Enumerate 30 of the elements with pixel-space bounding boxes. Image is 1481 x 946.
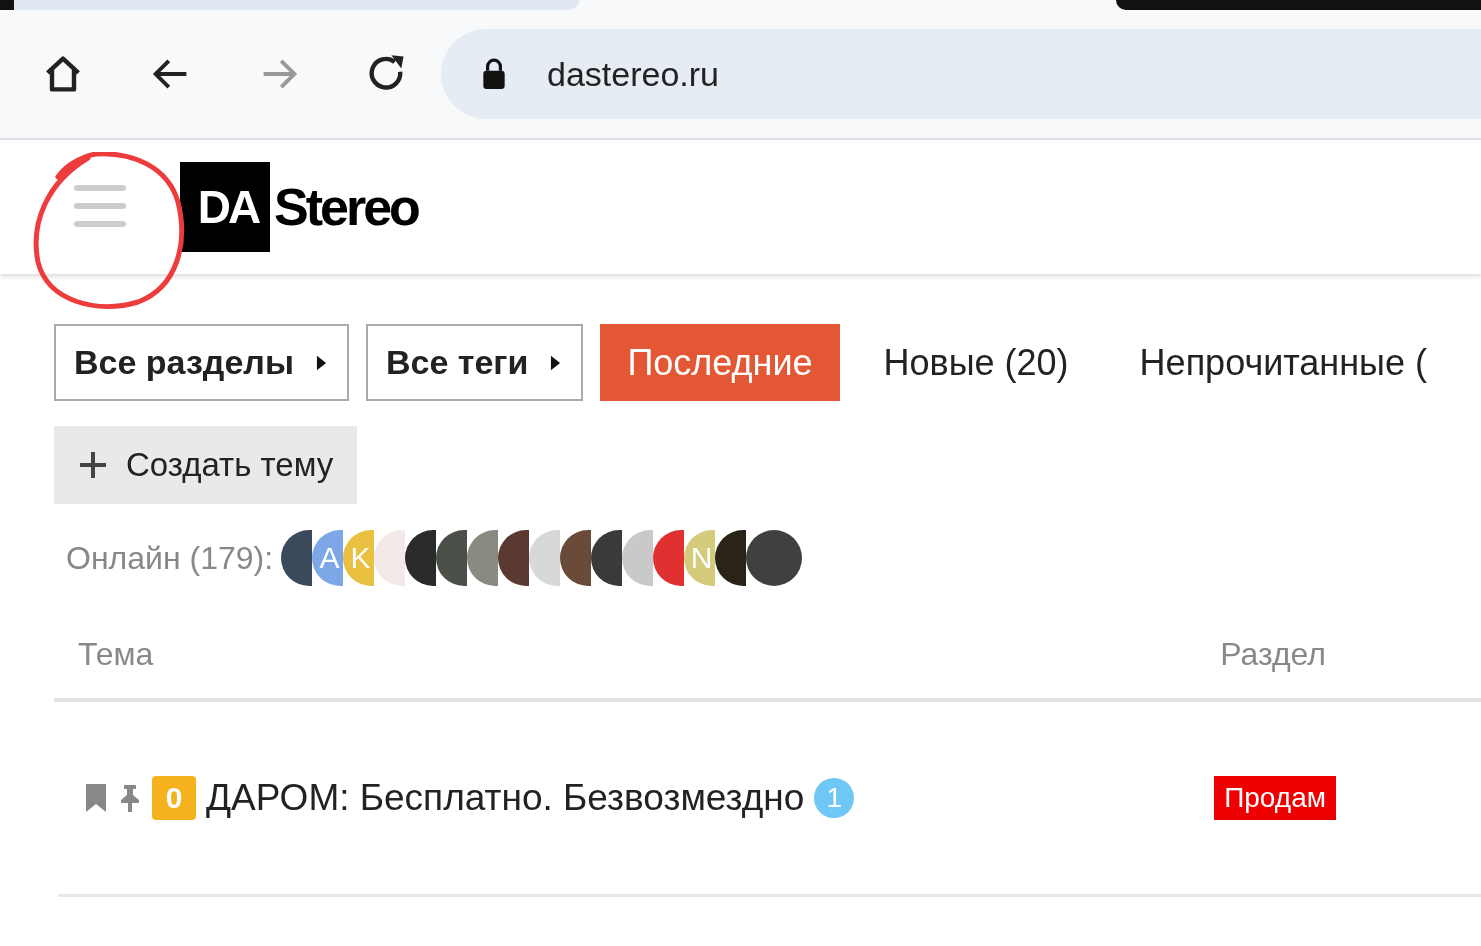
- avatar-photo-placeholder[interactable]: [591, 530, 623, 586]
- reply-count: 1: [814, 778, 855, 818]
- avatar-photo-placeholder[interactable]: [405, 530, 437, 586]
- pin-icon[interactable]: [118, 783, 142, 813]
- category-tag[interactable]: Продам: [1214, 776, 1336, 820]
- online-count: Онлайн (179):: [66, 539, 274, 577]
- lock-icon: [481, 58, 507, 90]
- create-topic-button[interactable]: Создать тему: [54, 426, 358, 504]
- bookmark-icon[interactable]: [84, 783, 108, 813]
- nav-tab[interactable]: Новые (20): [856, 324, 1096, 401]
- topic-link[interactable]: ДАРОМ: Бесплатно. Безвозмездно: [206, 777, 805, 819]
- nav-tab[interactable]: Непрочитанные (: [1112, 324, 1454, 401]
- column-header[interactable]: Тема: [78, 635, 154, 673]
- plus-icon: [78, 450, 108, 480]
- url-text: dastereo.ru: [547, 54, 719, 94]
- address-bar[interactable]: dastereo.ru: [441, 29, 1481, 119]
- column-header[interactable]: Раздел: [1220, 635, 1326, 673]
- nav-tab[interactable]: Последние: [600, 324, 840, 401]
- logo-text[interactable]: Stereo: [274, 177, 418, 237]
- avatar-photo-placeholder[interactable]: [560, 530, 592, 586]
- topic-badge: 0: [152, 776, 196, 820]
- avatar-photo-placeholder[interactable]: [498, 530, 530, 586]
- avatar-photo-placeholder[interactable]: [281, 530, 313, 586]
- avatar-photo-placeholder[interactable]: [436, 530, 468, 586]
- avatar-photo-placeholder[interactable]: [715, 530, 747, 586]
- logo-mark[interactable]: DA: [180, 162, 270, 252]
- caret-icon: [550, 353, 562, 372]
- filter-dropdown[interactable]: Все теги: [365, 324, 584, 401]
- filter-dropdown[interactable]: Все разделы: [54, 324, 349, 401]
- caret-icon: [315, 353, 327, 372]
